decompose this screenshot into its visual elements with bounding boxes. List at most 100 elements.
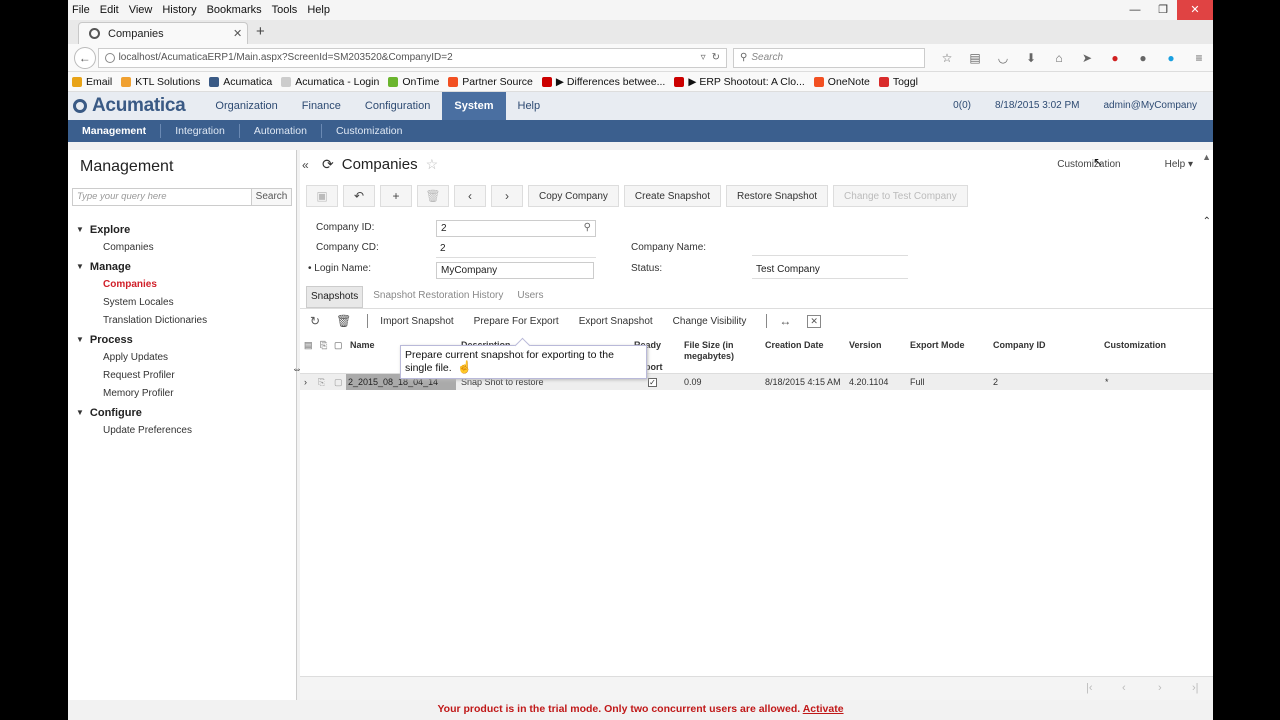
export-excel-icon[interactable]: ✕ — [807, 314, 821, 328]
menu-view[interactable]: View — [129, 4, 153, 16]
tab-users[interactable]: Users — [513, 286, 547, 308]
last-page-icon[interactable]: ›| — [1192, 682, 1199, 694]
add-icon[interactable]: + — [380, 185, 412, 207]
company-cd-field[interactable]: 2 — [436, 241, 596, 258]
row-attach-icon[interactable]: ⎘ — [318, 377, 325, 388]
sidebar-search-button[interactable]: Search — [252, 188, 292, 206]
opera-icon[interactable]: ● — [1101, 51, 1129, 65]
scroll-up-icon[interactable]: ▲ — [1202, 152, 1211, 162]
menu-bookmarks[interactable]: Bookmarks — [207, 4, 262, 16]
download-icon[interactable]: ⬇ — [1017, 51, 1045, 65]
company-id-field[interactable]: 2 ⚲ — [436, 220, 596, 237]
subnav-integration[interactable]: Integration — [161, 124, 240, 138]
hamburger-menu-icon[interactable]: ≡ — [1185, 51, 1213, 65]
col-name[interactable]: Name — [350, 340, 375, 351]
subnav-automation[interactable]: Automation — [240, 124, 322, 138]
save-icon[interactable]: ▣ — [306, 185, 338, 207]
sidebar-item-apply-updates[interactable]: Apply Updates — [68, 349, 296, 367]
dropdown-icon[interactable]: ▿ — [701, 52, 706, 63]
tab-snapshots[interactable]: Snapshots — [306, 286, 364, 308]
address-bar[interactable]: localhost/AcumaticaERP1/Main.aspx?Screen… — [97, 47, 728, 68]
change-to-test-company-button[interactable]: Change to Test Company — [833, 185, 968, 207]
acumatica-logo[interactable]: Acumatica — [73, 95, 186, 117]
subnav-management[interactable]: Management — [68, 124, 162, 138]
user-menu[interactable]: admin@MyCompany — [1103, 92, 1197, 120]
activate-link[interactable]: Activate — [803, 703, 844, 715]
grid-refresh-icon[interactable]: ↻ — [310, 314, 320, 328]
refresh-icon[interactable]: ⟳ — [322, 156, 334, 173]
home-icon[interactable]: ⌂ — [1045, 51, 1073, 65]
bookmark-item[interactable]: KTL Solutions — [121, 76, 200, 88]
sidebar-item-manage-companies[interactable]: Companies — [68, 276, 296, 294]
new-tab-icon[interactable]: + — [256, 23, 265, 40]
topnav-help[interactable]: Help — [506, 92, 553, 120]
first-page-icon[interactable]: |‹ — [1086, 682, 1093, 694]
prev-page-icon[interactable]: ‹ — [1122, 682, 1126, 694]
create-snapshot-button[interactable]: Create Snapshot — [623, 185, 721, 207]
next-icon[interactable]: › — [491, 185, 523, 207]
reading-list-icon[interactable]: ▤ — [961, 51, 989, 65]
menu-edit[interactable]: Edit — [100, 4, 119, 16]
pocket-icon[interactable]: ◡ — [989, 51, 1017, 65]
grid-delete-icon[interactable]: 🗑 — [336, 314, 351, 328]
sidebar-item-memory-profiler[interactable]: Memory Profiler — [68, 385, 296, 403]
change-visibility-button[interactable]: Change Visibility — [673, 316, 747, 327]
import-snapshot-button[interactable]: Import Snapshot — [380, 316, 453, 327]
prepare-for-export-button[interactable]: Prepare For Export — [474, 316, 559, 327]
close-window-icon[interactable]: ✕ — [1177, 0, 1213, 20]
favorite-star-icon[interactable]: ☆ — [426, 156, 439, 173]
minimize-icon[interactable]: — — [1121, 0, 1149, 20]
previous-icon[interactable]: ‹ — [454, 185, 486, 207]
status-field[interactable]: Test Company — [752, 262, 908, 279]
login-name-field[interactable]: MyCompany — [436, 262, 594, 279]
delete-icon[interactable]: 🗑 — [417, 185, 449, 207]
collapse-sidebar-icon[interactable]: « — [302, 158, 309, 172]
chat-icon[interactable]: ● — [1129, 51, 1157, 65]
bookmark-item[interactable]: Acumatica - Login — [281, 76, 379, 88]
back-arrow-icon[interactable]: ← — [74, 46, 96, 69]
tab-snapshot-restoration-history[interactable]: Snapshot Restoration History — [369, 286, 507, 308]
collapse-form-icon[interactable]: ⌃ — [1203, 216, 1211, 227]
menu-tools[interactable]: Tools — [272, 4, 298, 16]
cell-ready-checkbox[interactable]: ✓ — [648, 377, 657, 387]
bookmark-item[interactable]: Acumatica — [209, 76, 272, 88]
reload-icon[interactable]: ↻ — [712, 52, 720, 63]
sidebar-group-configure[interactable]: ▼ Configure — [76, 403, 296, 422]
row-expand-icon[interactable]: › — [304, 377, 307, 387]
sidebar-item-translation-dictionaries[interactable]: Translation Dictionaries — [68, 312, 296, 330]
bookmark-item[interactable]: ▶ Differences betwee... — [541, 76, 665, 88]
export-snapshot-button[interactable]: Export Snapshot — [579, 316, 653, 327]
bookmark-item[interactable]: OneNote — [813, 76, 870, 88]
menu-help[interactable]: Help — [307, 4, 330, 16]
sidebar-group-process[interactable]: ▼ Process — [76, 330, 296, 349]
sidebar-item-request-profiler[interactable]: Request Profiler — [68, 367, 296, 385]
sidebar-item-system-locales[interactable]: System Locales — [68, 294, 296, 312]
row-note-icon[interactable]: ▢ — [334, 377, 343, 388]
col-company-id[interactable]: Company ID — [993, 340, 1046, 351]
bookmark-item[interactable]: Email — [72, 76, 112, 88]
send-icon[interactable]: ➤ — [1073, 51, 1101, 65]
menu-file[interactable]: File — [72, 4, 90, 16]
col-customization[interactable]: Customization — [1104, 340, 1166, 351]
topnav-system[interactable]: System — [442, 92, 506, 120]
fit-columns-icon[interactable]: ↔ — [779, 314, 791, 328]
col-version[interactable]: Version — [849, 340, 882, 351]
topnav-finance[interactable]: Finance — [290, 92, 353, 120]
menu-history[interactable]: History — [162, 4, 196, 16]
sidebar-group-manage[interactable]: ▼ Manage — [76, 257, 296, 276]
sidebar-group-explore[interactable]: ▼ Explore — [76, 220, 296, 239]
copy-company-button[interactable]: Copy Company — [528, 185, 619, 207]
notifications-count[interactable]: 0(0) — [953, 92, 971, 120]
subnav-customization[interactable]: Customization — [322, 124, 417, 138]
company-name-field[interactable] — [752, 239, 908, 256]
bookmark-item[interactable]: OnTime — [388, 76, 439, 88]
topnav-configuration[interactable]: Configuration — [353, 92, 442, 120]
browser-tab[interactable]: Companies ✕ — [78, 22, 248, 44]
bookmark-item[interactable]: Partner Source — [448, 76, 533, 88]
col-export-mode[interactable]: Export Mode — [910, 340, 965, 351]
col-creation-date[interactable]: Creation Date — [765, 340, 824, 351]
bookmark-star-icon[interactable]: ☆ — [933, 51, 961, 65]
next-page-icon[interactable]: › — [1158, 682, 1162, 694]
sidebar-item-companies[interactable]: Companies — [68, 239, 296, 257]
sidebar-search-input[interactable]: Type your query here — [72, 188, 252, 206]
